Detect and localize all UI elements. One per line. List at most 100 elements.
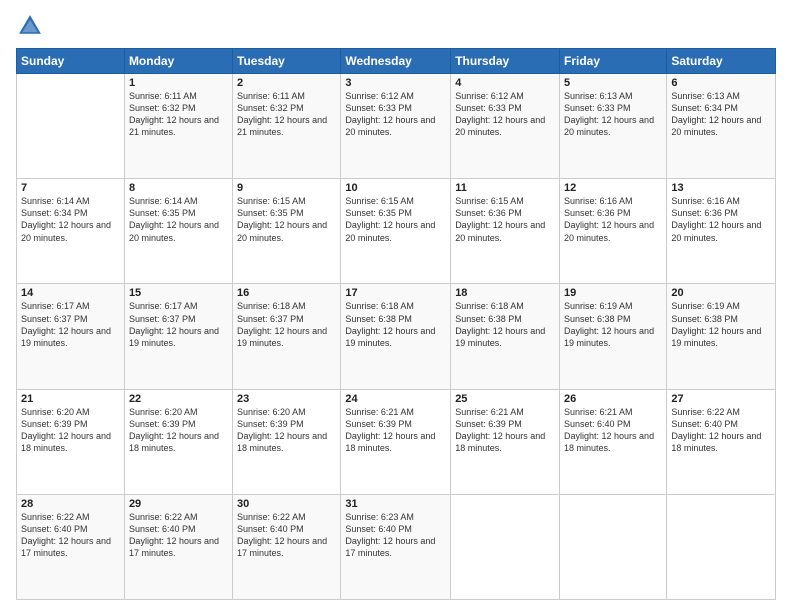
day-number: 8 — [129, 182, 228, 194]
day-cell: 19 Sunrise: 6:19 AM Sunset: 6:38 PM Dayl… — [560, 284, 667, 389]
day-cell: 28 Sunrise: 6:22 AM Sunset: 6:40 PM Dayl… — [17, 494, 125, 599]
day-cell: 27 Sunrise: 6:22 AM Sunset: 6:40 PM Dayl… — [667, 389, 776, 494]
day-cell: 15 Sunrise: 6:17 AM Sunset: 6:37 PM Dayl… — [124, 284, 232, 389]
day-number: 3 — [345, 77, 446, 89]
day-number: 11 — [455, 182, 555, 194]
day-number: 12 — [564, 182, 662, 194]
day-cell: 5 Sunrise: 6:13 AM Sunset: 6:33 PM Dayli… — [560, 74, 667, 179]
day-number: 2 — [237, 77, 336, 89]
calendar-page: SundayMondayTuesdayWednesdayThursdayFrid… — [0, 0, 792, 612]
day-number: 10 — [345, 182, 446, 194]
day-number: 9 — [237, 182, 336, 194]
day-info: Sunrise: 6:18 AM Sunset: 6:37 PM Dayligh… — [237, 300, 336, 349]
day-cell — [451, 494, 560, 599]
day-info: Sunrise: 6:11 AM Sunset: 6:32 PM Dayligh… — [237, 90, 336, 139]
day-number: 21 — [21, 393, 120, 405]
week-row-3: 21 Sunrise: 6:20 AM Sunset: 6:39 PM Dayl… — [17, 389, 776, 494]
day-info: Sunrise: 6:20 AM Sunset: 6:39 PM Dayligh… — [237, 406, 336, 455]
day-number: 20 — [671, 287, 771, 299]
day-info: Sunrise: 6:19 AM Sunset: 6:38 PM Dayligh… — [671, 300, 771, 349]
day-number: 25 — [455, 393, 555, 405]
day-number: 31 — [345, 498, 446, 510]
day-number: 13 — [671, 182, 771, 194]
day-cell: 17 Sunrise: 6:18 AM Sunset: 6:38 PM Dayl… — [341, 284, 451, 389]
day-info: Sunrise: 6:17 AM Sunset: 6:37 PM Dayligh… — [129, 300, 228, 349]
day-number: 26 — [564, 393, 662, 405]
day-number: 22 — [129, 393, 228, 405]
day-cell: 14 Sunrise: 6:17 AM Sunset: 6:37 PM Dayl… — [17, 284, 125, 389]
logo — [16, 12, 48, 40]
day-info: Sunrise: 6:16 AM Sunset: 6:36 PM Dayligh… — [564, 195, 662, 244]
day-cell: 29 Sunrise: 6:22 AM Sunset: 6:40 PM Dayl… — [124, 494, 232, 599]
day-number: 14 — [21, 287, 120, 299]
col-header-monday: Monday — [124, 49, 232, 74]
day-cell — [667, 494, 776, 599]
day-info: Sunrise: 6:11 AM Sunset: 6:32 PM Dayligh… — [129, 90, 228, 139]
day-number: 1 — [129, 77, 228, 89]
day-cell: 21 Sunrise: 6:20 AM Sunset: 6:39 PM Dayl… — [17, 389, 125, 494]
day-number: 16 — [237, 287, 336, 299]
day-cell: 26 Sunrise: 6:21 AM Sunset: 6:40 PM Dayl… — [560, 389, 667, 494]
col-header-friday: Friday — [560, 49, 667, 74]
day-info: Sunrise: 6:12 AM Sunset: 6:33 PM Dayligh… — [345, 90, 446, 139]
day-number: 19 — [564, 287, 662, 299]
day-cell: 12 Sunrise: 6:16 AM Sunset: 6:36 PM Dayl… — [560, 179, 667, 284]
day-cell — [17, 74, 125, 179]
col-header-thursday: Thursday — [451, 49, 560, 74]
day-info: Sunrise: 6:14 AM Sunset: 6:34 PM Dayligh… — [21, 195, 120, 244]
day-cell: 31 Sunrise: 6:23 AM Sunset: 6:40 PM Dayl… — [341, 494, 451, 599]
day-number: 17 — [345, 287, 446, 299]
day-cell: 4 Sunrise: 6:12 AM Sunset: 6:33 PM Dayli… — [451, 74, 560, 179]
day-info: Sunrise: 6:15 AM Sunset: 6:36 PM Dayligh… — [455, 195, 555, 244]
day-cell: 24 Sunrise: 6:21 AM Sunset: 6:39 PM Dayl… — [341, 389, 451, 494]
day-info: Sunrise: 6:20 AM Sunset: 6:39 PM Dayligh… — [129, 406, 228, 455]
col-header-tuesday: Tuesday — [233, 49, 341, 74]
col-header-saturday: Saturday — [667, 49, 776, 74]
day-number: 24 — [345, 393, 446, 405]
day-info: Sunrise: 6:21 AM Sunset: 6:39 PM Dayligh… — [455, 406, 555, 455]
day-number: 29 — [129, 498, 228, 510]
day-number: 6 — [671, 77, 771, 89]
calendar-table: SundayMondayTuesdayWednesdayThursdayFrid… — [16, 48, 776, 600]
day-cell: 10 Sunrise: 6:15 AM Sunset: 6:35 PM Dayl… — [341, 179, 451, 284]
day-info: Sunrise: 6:21 AM Sunset: 6:40 PM Dayligh… — [564, 406, 662, 455]
day-number: 30 — [237, 498, 336, 510]
day-info: Sunrise: 6:15 AM Sunset: 6:35 PM Dayligh… — [345, 195, 446, 244]
day-cell: 3 Sunrise: 6:12 AM Sunset: 6:33 PM Dayli… — [341, 74, 451, 179]
day-number: 28 — [21, 498, 120, 510]
col-header-wednesday: Wednesday — [341, 49, 451, 74]
day-cell: 18 Sunrise: 6:18 AM Sunset: 6:38 PM Dayl… — [451, 284, 560, 389]
week-row-0: 1 Sunrise: 6:11 AM Sunset: 6:32 PM Dayli… — [17, 74, 776, 179]
day-info: Sunrise: 6:18 AM Sunset: 6:38 PM Dayligh… — [345, 300, 446, 349]
day-info: Sunrise: 6:20 AM Sunset: 6:39 PM Dayligh… — [21, 406, 120, 455]
logo-icon — [16, 12, 44, 40]
day-cell: 30 Sunrise: 6:22 AM Sunset: 6:40 PM Dayl… — [233, 494, 341, 599]
day-cell: 20 Sunrise: 6:19 AM Sunset: 6:38 PM Dayl… — [667, 284, 776, 389]
day-cell: 6 Sunrise: 6:13 AM Sunset: 6:34 PM Dayli… — [667, 74, 776, 179]
day-cell: 11 Sunrise: 6:15 AM Sunset: 6:36 PM Dayl… — [451, 179, 560, 284]
day-info: Sunrise: 6:21 AM Sunset: 6:39 PM Dayligh… — [345, 406, 446, 455]
day-info: Sunrise: 6:22 AM Sunset: 6:40 PM Dayligh… — [21, 511, 120, 560]
day-cell: 8 Sunrise: 6:14 AM Sunset: 6:35 PM Dayli… — [124, 179, 232, 284]
col-header-sunday: Sunday — [17, 49, 125, 74]
day-info: Sunrise: 6:14 AM Sunset: 6:35 PM Dayligh… — [129, 195, 228, 244]
day-info: Sunrise: 6:17 AM Sunset: 6:37 PM Dayligh… — [21, 300, 120, 349]
day-cell: 13 Sunrise: 6:16 AM Sunset: 6:36 PM Dayl… — [667, 179, 776, 284]
day-number: 5 — [564, 77, 662, 89]
header — [16, 12, 776, 40]
day-cell: 1 Sunrise: 6:11 AM Sunset: 6:32 PM Dayli… — [124, 74, 232, 179]
day-number: 18 — [455, 287, 555, 299]
day-info: Sunrise: 6:13 AM Sunset: 6:33 PM Dayligh… — [564, 90, 662, 139]
day-cell: 25 Sunrise: 6:21 AM Sunset: 6:39 PM Dayl… — [451, 389, 560, 494]
day-number: 15 — [129, 287, 228, 299]
day-info: Sunrise: 6:16 AM Sunset: 6:36 PM Dayligh… — [671, 195, 771, 244]
day-info: Sunrise: 6:12 AM Sunset: 6:33 PM Dayligh… — [455, 90, 555, 139]
week-row-1: 7 Sunrise: 6:14 AM Sunset: 6:34 PM Dayli… — [17, 179, 776, 284]
day-info: Sunrise: 6:13 AM Sunset: 6:34 PM Dayligh… — [671, 90, 771, 139]
day-cell: 22 Sunrise: 6:20 AM Sunset: 6:39 PM Dayl… — [124, 389, 232, 494]
day-cell: 16 Sunrise: 6:18 AM Sunset: 6:37 PM Dayl… — [233, 284, 341, 389]
day-info: Sunrise: 6:22 AM Sunset: 6:40 PM Dayligh… — [129, 511, 228, 560]
header-row: SundayMondayTuesdayWednesdayThursdayFrid… — [17, 49, 776, 74]
week-row-4: 28 Sunrise: 6:22 AM Sunset: 6:40 PM Dayl… — [17, 494, 776, 599]
day-cell: 23 Sunrise: 6:20 AM Sunset: 6:39 PM Dayl… — [233, 389, 341, 494]
